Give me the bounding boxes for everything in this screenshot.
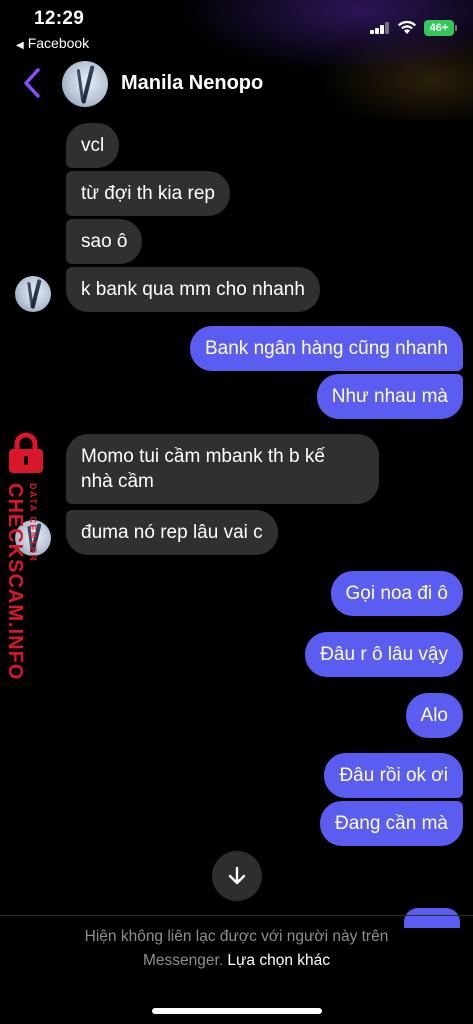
message-line: nhà cầm [81, 471, 154, 492]
back-triangle-icon: ◀ [16, 40, 24, 51]
contact-avatar[interactable] [62, 61, 108, 107]
sender-avatar [15, 276, 51, 312]
message-outgoing[interactable]: Như nhau mà [316, 374, 463, 419]
message-outgoing[interactable]: Gọi noa đi ô [330, 571, 463, 616]
watermark-subtext: DATA CENTER [28, 483, 38, 563]
message-incoming[interactable]: sao ô [66, 219, 143, 264]
notice-line: Messenger. [142, 952, 224, 969]
wifi-icon [398, 20, 416, 34]
watermark-text: CHECKSCAM.INFO [4, 483, 26, 681]
message-line: Momo tui cầm mbank th b kế [81, 446, 325, 467]
notice-line: Hiện không liên lạc được với người này t… [84, 928, 389, 945]
message-incoming[interactable]: từ đợi th kia rep [66, 171, 230, 216]
return-app-label: Facebook [27, 35, 90, 51]
back-chevron-icon[interactable] [18, 66, 48, 100]
message-incoming[interactable]: Momo tui cầm mbank th b kế nhà cầm [66, 434, 379, 504]
message-outgoing[interactable]: Alo [405, 693, 463, 738]
battery-tip [455, 25, 457, 31]
status-time: 12:29 [34, 8, 85, 29]
message-incoming[interactable]: vcl [66, 123, 120, 168]
message-incoming[interactable]: đuma nó rep lâu vai c [66, 510, 278, 555]
signal-icon [370, 22, 390, 34]
message-outgoing[interactable]: Bank ngân hàng cũng nhanh [190, 326, 463, 371]
battery-icon: 46+ [424, 20, 454, 36]
unavailable-notice: Hiện không liên lạc được với người này t… [0, 925, 473, 973]
footer-divider [0, 915, 473, 916]
return-to-app-link[interactable]: ◀ Facebook [16, 35, 89, 51]
message-outgoing[interactable]: Đang cần mà [319, 801, 463, 846]
lock-icon [9, 432, 43, 473]
message-outgoing[interactable]: Đâu rồi ok ơi [324, 753, 463, 798]
battery-level: 46+ [429, 22, 449, 34]
message-outgoing[interactable]: Đâu r ô lâu vậy [305, 632, 463, 677]
contact-name[interactable]: Manila Nenopo [121, 72, 263, 95]
scroll-down-button[interactable] [212, 851, 262, 901]
scroll-down-arrow-icon [228, 866, 246, 885]
other-options-link[interactable]: Lựa chọn khác [227, 952, 330, 969]
message-incoming[interactable]: k bank qua mm cho nhanh [66, 267, 320, 312]
home-indicator[interactable] [152, 1008, 322, 1014]
